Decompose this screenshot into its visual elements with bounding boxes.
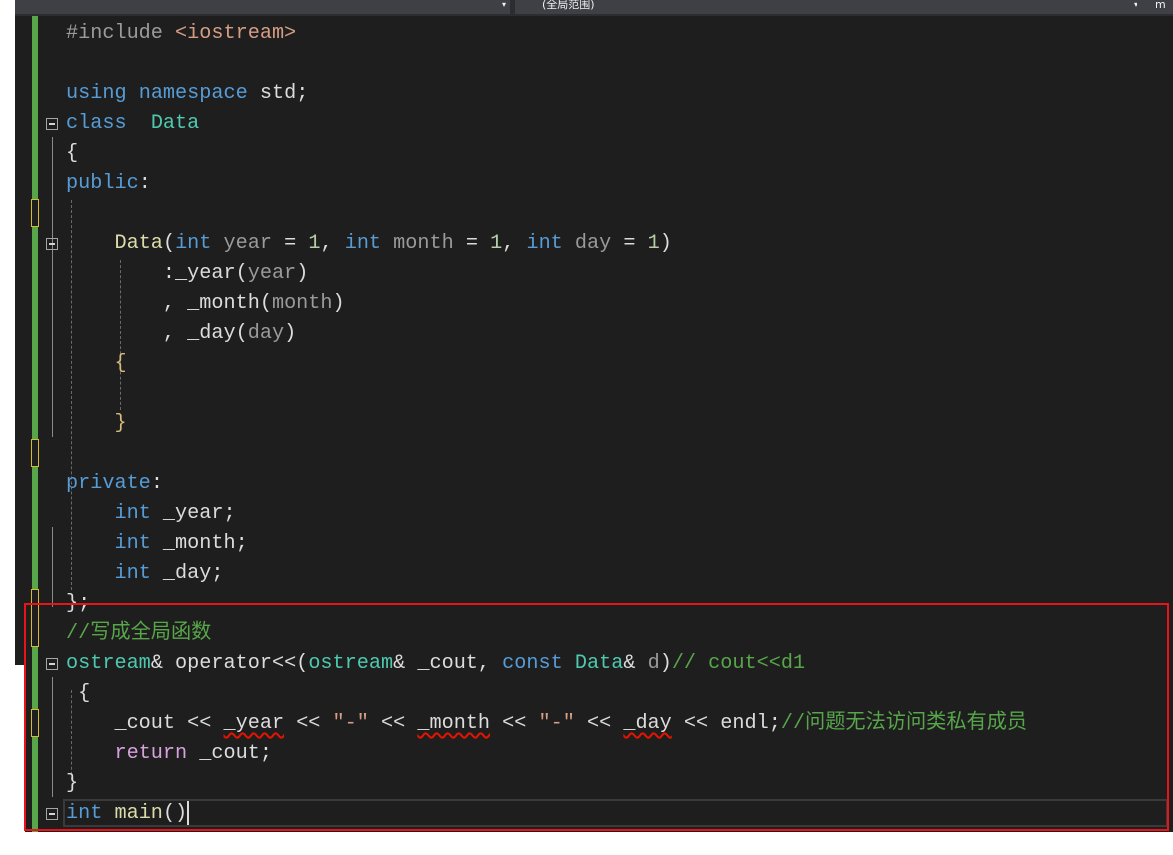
code-line[interactable]: public: xyxy=(66,169,151,199)
code-line[interactable]: using namespace std; xyxy=(66,79,308,109)
unsaved-change-marker xyxy=(31,199,39,227)
code-line[interactable]: int _month; xyxy=(66,529,248,559)
code-token: public xyxy=(66,172,139,195)
code-line[interactable]: int _year; xyxy=(66,499,236,529)
code-line[interactable]: , _day(day) xyxy=(66,319,296,349)
code-token: int xyxy=(114,532,151,555)
fold-line xyxy=(52,527,53,607)
code-token: using xyxy=(66,82,127,105)
scope-label: (全局范围) xyxy=(542,0,595,11)
code-token: ( xyxy=(162,232,176,255)
code-token: = xyxy=(272,232,309,255)
code-line[interactable]: int _day; xyxy=(66,559,224,589)
code-token: std; xyxy=(247,82,309,105)
code-token: ) xyxy=(296,262,309,285)
fold-line xyxy=(52,137,53,437)
code-token: Data xyxy=(114,232,163,255)
code-token: = xyxy=(611,232,648,255)
code-line[interactable]: class Data xyxy=(66,109,199,139)
code-token: , _day( xyxy=(66,322,248,345)
code-token: = xyxy=(453,232,491,255)
code-token: : xyxy=(138,172,151,195)
code-line[interactable]: } xyxy=(66,409,127,439)
margin xyxy=(0,665,25,855)
code-token: ) xyxy=(659,232,672,255)
project-dropdown[interactable]: ▾ xyxy=(15,0,510,14)
code-token: namespace xyxy=(138,82,248,105)
unsaved-change-marker xyxy=(31,439,39,467)
code-token: 1 xyxy=(308,232,321,255)
code-line[interactable]: private: xyxy=(66,469,163,499)
code-token: _month; xyxy=(150,532,248,555)
code-token: private xyxy=(66,472,151,495)
code-token: int xyxy=(526,232,563,255)
code-token: int xyxy=(344,232,382,255)
code-line[interactable]: { xyxy=(66,139,78,169)
collapse-icon[interactable] xyxy=(46,238,58,250)
code-line[interactable]: #include <iostream> xyxy=(66,19,296,49)
code-line[interactable]: , _month(month) xyxy=(66,289,345,319)
chevron-down-icon: ▾ xyxy=(501,0,506,9)
code-token: _year; xyxy=(150,502,236,525)
annotation-highlight-box xyxy=(24,603,1169,831)
code-token: int xyxy=(114,562,151,585)
code-token: year xyxy=(247,262,297,285)
code-token: _day; xyxy=(150,562,224,585)
code-token: { xyxy=(114,352,127,375)
code-token: class xyxy=(66,112,127,135)
code-token: day xyxy=(247,322,285,345)
code-token: ) xyxy=(284,322,297,345)
code-token: , xyxy=(502,232,527,255)
collapse-icon[interactable] xyxy=(46,118,58,130)
code-token: 1 xyxy=(490,232,503,255)
code-token: int xyxy=(175,232,212,255)
code-token: 1 xyxy=(647,232,660,255)
code-line[interactable]: Data(int year = 1, int month = 1, int da… xyxy=(66,229,672,259)
code-token: month xyxy=(271,292,333,315)
code-token: { xyxy=(66,142,79,165)
code-token: day xyxy=(574,232,612,255)
code-token: Data xyxy=(150,112,200,135)
code-token: , _month( xyxy=(66,292,272,315)
code-token: month xyxy=(393,232,454,255)
member-label: m xyxy=(1155,0,1166,11)
code-token: int xyxy=(114,502,151,525)
code-token: #include xyxy=(66,22,176,45)
code-token: <iostream> xyxy=(175,22,297,45)
code-line[interactable]: { xyxy=(66,349,127,379)
navigation-bar: ▾ (全局范围) ▾ m xyxy=(15,0,1173,16)
code-line[interactable]: :_year(year) xyxy=(66,259,308,289)
member-dropdown[interactable]: m xyxy=(1137,0,1173,14)
code-token: , xyxy=(320,232,345,255)
code-token: :_year( xyxy=(66,262,248,285)
code-token: year xyxy=(223,232,272,255)
scope-dropdown[interactable]: (全局范围) ▾ xyxy=(515,0,1142,14)
code-token: ) xyxy=(332,292,345,315)
code-token: : xyxy=(150,472,163,495)
code-token: } xyxy=(114,412,127,435)
